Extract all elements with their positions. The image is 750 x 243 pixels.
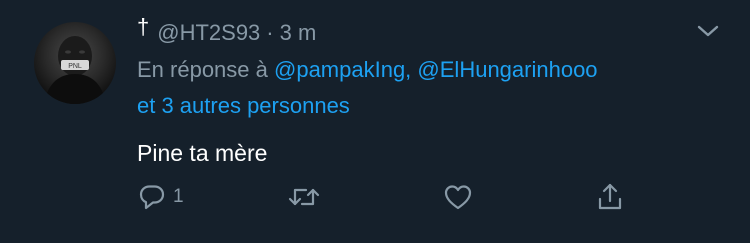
share-button[interactable] — [595, 181, 625, 213]
mention-link[interactable]: @pampakIng, — [274, 57, 411, 82]
tweet-text: Pine ta mère — [137, 140, 268, 166]
tweet-timestamp[interactable]: 3 m — [280, 20, 317, 46]
heart-icon — [444, 185, 472, 210]
tweet-menu-button[interactable] — [696, 22, 720, 40]
separator-dot: · — [266, 20, 274, 45]
retweet-icon — [288, 188, 320, 206]
like-button[interactable] — [442, 181, 474, 213]
reply-context: En réponse à @pampakIng, @ElHungarinhooo… — [137, 52, 717, 124]
retweet-button[interactable] — [287, 181, 321, 213]
reply-button[interactable]: 1 — [137, 181, 184, 213]
avatar-photo: PNL — [44, 36, 106, 104]
display-name[interactable]: † — [137, 14, 149, 40]
tweet-card[interactable]: PNL † @HT2S93 · 3 m En réponse à @pampak… — [0, 0, 750, 243]
share-icon — [598, 183, 622, 210]
reply-prefix: En réponse à — [137, 57, 268, 82]
tweet-header: † @HT2S93 · 3 m — [137, 14, 317, 50]
svg-text:PNL: PNL — [68, 63, 82, 70]
reply-count: 1 — [173, 186, 184, 207]
user-handle[interactable]: @HT2S93 — [157, 20, 260, 46]
avatar[interactable]: PNL — [34, 22, 116, 104]
reply-bubble-icon — [139, 185, 165, 210]
reply-others-link[interactable]: et 3 autres personnes — [137, 93, 350, 118]
mention-link[interactable]: @ElHungarinhooo — [417, 57, 597, 82]
chevron-down-icon — [697, 25, 719, 37]
